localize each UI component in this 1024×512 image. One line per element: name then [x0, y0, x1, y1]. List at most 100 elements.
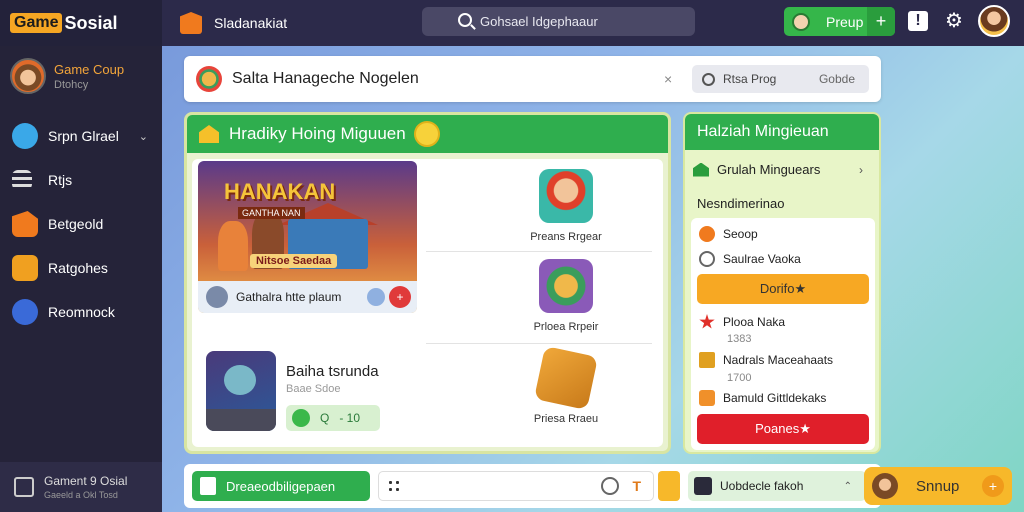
search-card-title: Salta Hanageche Nogelen: [232, 70, 419, 87]
emoji-icon[interactable]: [601, 477, 619, 495]
chip-count: - 10: [339, 411, 361, 425]
message-input[interactable]: T: [378, 471, 654, 501]
info-icon[interactable]: !: [908, 11, 928, 31]
app-box-icon: [180, 12, 202, 34]
smiley-icon: [413, 121, 440, 147]
preup-button[interactable]: Preup +: [784, 7, 895, 36]
top-search-text: Gohsael Idgephaaur: [480, 14, 598, 29]
sidebar-item-label: Rtjs: [48, 172, 73, 188]
character-icon: [539, 169, 593, 223]
preup-avatar: [792, 12, 810, 31]
reward-label: Priesa Rraeu: [533, 413, 599, 425]
reward-label: Preans Rrgear: [530, 231, 602, 243]
chip-q: Q: [320, 411, 330, 425]
close-icon[interactable]: ×: [664, 71, 672, 87]
download-button[interactable]: Dreaeodbiligepaen: [192, 471, 370, 501]
brand-logo[interactable]: Game Sosial: [0, 0, 162, 46]
game-sub: Baae Sdoe: [286, 383, 341, 395]
bottom-bar: Dreaeodbiligepaen T Uobdecle fakoh ⌃: [184, 464, 881, 508]
right-row-link[interactable]: Grulah Minguears ›: [693, 162, 863, 177]
character-image: [218, 221, 248, 271]
add-icon[interactable]: +: [389, 286, 411, 308]
featured-bar: Gathalra htte plaum +: [198, 281, 417, 313]
game-thumbnail[interactable]: [206, 351, 276, 431]
grid-icon[interactable]: [387, 479, 401, 493]
right-panel-title: Halziah Mingieuan: [685, 114, 879, 150]
sidebar-item-reomnock[interactable]: Reomnock: [0, 290, 162, 334]
signup-avatar: [872, 473, 898, 499]
user-avatar[interactable]: [978, 5, 1010, 37]
pin-icon: [12, 123, 38, 149]
secondary-action-button[interactable]: Poanes★: [697, 414, 869, 444]
search-card: Salta Hanageche Nogelen × Rtsa Prog Gobd…: [184, 56, 881, 102]
sidebar-footer[interactable]: Gament 9 Osial Gaeeld a Okl Tosd: [0, 462, 162, 512]
main-panel: Hradiky Hoing Miguuen HANAKAN GANTHA NAN…: [184, 112, 671, 454]
bottom-search[interactable]: Uobdecle fakoh ⌃: [688, 471, 866, 501]
reward-item[interactable]: Priesa Rraeu: [506, 345, 626, 425]
right-list-item[interactable]: Plooa Naka: [699, 314, 785, 330]
right-list-label: Nadrals Maceahaats: [723, 353, 834, 367]
list-icon: [12, 170, 32, 190]
game-stat-chip[interactable]: Q - 10: [286, 405, 380, 431]
divider: [426, 251, 652, 252]
check-icon: [292, 409, 310, 427]
game-avatar: [206, 286, 228, 308]
highlight-button[interactable]: [658, 471, 680, 501]
sidebar-item-label: Ratgohes: [48, 260, 108, 276]
right-list-num: 1383: [727, 333, 752, 345]
divider: [426, 343, 652, 344]
sidebar: Game Coup Dtohcy Srpn Glrael ⌄ Rtjs Betg…: [0, 46, 162, 512]
chevron-down-icon[interactable]: ⌄: [139, 130, 148, 143]
profile-avatar: [10, 58, 46, 94]
sidebar-item-ratgohes[interactable]: Ratgohes: [0, 246, 162, 290]
sidebar-item-betgeold[interactable]: Betgeold: [0, 202, 162, 246]
chest-icon: [533, 345, 599, 411]
chevron-up-icon: ⌃: [843, 480, 852, 492]
sidebar-item-general[interactable]: Srpn Glrael ⌄: [0, 114, 162, 158]
preup-label: Preup: [826, 13, 864, 30]
reward-item[interactable]: Prloea Rrpeir: [506, 259, 626, 333]
sidebar-item-rtjs[interactable]: Rtjs: [0, 158, 162, 202]
program-search-label: Rtsa Prog: [723, 72, 777, 86]
right-subheading: Nesndimerinao: [697, 196, 785, 211]
right-panel: Halziah Mingieuan Grulah Minguears › Nes…: [683, 112, 881, 454]
primary-action-button[interactable]: Dorifo★: [697, 274, 869, 304]
shield-icon: [699, 390, 715, 406]
box-icon: [12, 211, 38, 237]
crown-icon: [699, 352, 715, 368]
main-content: HANAKAN GANTHA NAN Nitsoe Saedaa Gathalr…: [192, 159, 663, 447]
profile-sub: Dtohcy: [54, 78, 89, 91]
settings-icon: [12, 299, 38, 325]
home-icon: [199, 125, 219, 143]
sidebar-item-label: Reomnock: [48, 304, 115, 320]
plus-icon[interactable]: +: [867, 7, 895, 36]
share-icon[interactable]: [367, 288, 385, 306]
right-row-label: Grulah Minguears: [717, 162, 821, 177]
chat-icon: [14, 477, 34, 497]
gear-icon[interactable]: ⚙: [944, 11, 964, 31]
app-icon: [694, 477, 712, 495]
signup-label: Snnup: [916, 477, 960, 495]
main-title: Hradiky Hoing Miguuen: [229, 124, 406, 143]
reward-label: Prloea Rrpeir: [533, 321, 599, 333]
text-format-icon[interactable]: T: [632, 478, 641, 494]
right-item[interactable]: Saulrae Vaoka: [699, 251, 801, 267]
bottom-search-label: Uobdecle fakoh: [720, 479, 804, 493]
search-icon: [458, 13, 472, 27]
right-list-item[interactable]: Nadrals Maceahaats: [699, 352, 833, 368]
brand-name: Sosial: [64, 12, 118, 33]
featured-game-card[interactable]: HANAKAN GANTHA NAN Nitsoe Saedaa Gathalr…: [198, 161, 417, 313]
footer-title: Gament 9 Osial: [44, 474, 128, 488]
featured-bar-text: Gathalra htte plaum: [236, 290, 342, 304]
signup-button[interactable]: Snnup +: [864, 467, 1012, 505]
robot-icon: [224, 365, 256, 395]
top-search-input[interactable]: Gohsael Idgephaaur: [422, 7, 695, 36]
right-list-item[interactable]: Bamuld Gittldekaks: [699, 390, 826, 406]
program-search-input[interactable]: Rtsa Prog Gobde: [692, 65, 869, 93]
right-item[interactable]: Seoop: [699, 226, 758, 242]
reward-item[interactable]: Preans Rrgear: [506, 169, 626, 243]
profile[interactable]: Game Coup Dtohcy: [0, 46, 162, 106]
thumbnail-strip: [206, 409, 276, 431]
right-list-num: 1700: [727, 372, 752, 384]
timer-icon: [699, 251, 715, 267]
